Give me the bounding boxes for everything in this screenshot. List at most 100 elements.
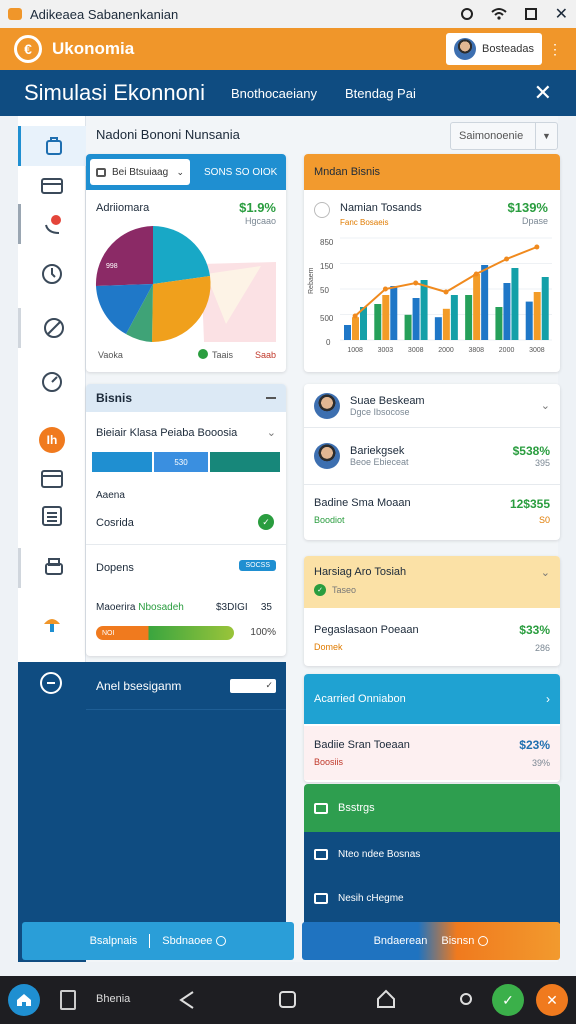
legend-mid: Taais [212,350,234,360]
progress-count: 35 [260,602,272,613]
maximize-icon[interactable] [524,8,537,20]
bisnis-card-header: Bisnis [86,384,286,412]
chevron-down-icon: ⌄ [176,166,184,177]
chart-card-value: $139% [507,200,548,215]
filter-dropdown-value: Bei Btsuiaag [112,166,169,178]
x-tick-label: 2000 [438,347,454,354]
x-tick-label: 1008 [347,347,363,354]
user-label: Bosteadas [482,43,534,55]
pie-slice-purple [95,226,153,286]
chart-small-icon [314,802,328,814]
settings-ring-icon[interactable] [40,672,62,694]
bisnis-row-title: Bieiair Klasa Peiaba Booosia [96,426,238,439]
bar [390,286,398,340]
yellow-row-title: Pegaslasaon Poeaan [314,624,419,636]
close-icon[interactable]: ✕ [534,80,552,106]
rail-list-icon[interactable] [18,496,86,536]
rail-block-icon[interactable] [18,308,86,348]
trend-point [382,286,388,292]
people-item-3[interactable]: Badine Sma Moaan Boodiot 12$355 S0 [304,484,560,536]
overview-card: Bei Btsuiaag ⌄ SONS SO OIOK Adriiomara $… [86,154,286,372]
rail-gauge-icon[interactable] [18,362,86,402]
call-icon[interactable]: ✓ [492,984,524,1016]
people-item-2[interactable]: Bariekgsek Beoe Ebieceat $538% 395 [304,432,560,480]
yellow-card-title: Harsiag Aro Tosiah [314,566,407,578]
teal-card: Acarried Onniabon › Badiie Sran Toeaan B… [304,674,560,782]
teal-row-sub: Boosiis [314,757,344,767]
rail-lamp-icon[interactable] [18,604,86,644]
user-chip[interactable]: Bosteadas [446,33,542,65]
chevron-right-icon: › [546,692,550,706]
home-icon[interactable] [8,984,40,1016]
y-axis-label: Rebaem [308,267,315,294]
legend-right: Saab [254,350,276,360]
more-icon[interactable]: ⋮ [548,41,562,58]
blue-card-item-1-label: Nteo ndee Bosnas [338,848,421,860]
home-square-icon[interactable] [279,991,296,1008]
tools-icon[interactable]: ✕ [536,984,568,1016]
bottom-right-b[interactable]: Bisnsn [441,935,474,947]
dark-panel-input[interactable]: ✓ [230,678,276,693]
tab-1[interactable]: Bnothocaeiany [231,86,317,101]
collapse-icon[interactable] [266,397,276,399]
clipboard-icon[interactable] [60,990,76,1010]
people-item-1[interactable]: Suae Beskeam Dgce Ibsocose ⌄ [304,384,560,428]
rail-bag-icon[interactable] [18,126,86,166]
chevron-down-icon: ⌄ [266,427,276,439]
segment-mid: 530 [154,452,208,472]
trend-point [413,280,419,286]
people-item-3-small: S0 [538,514,550,525]
status-badge: SOCSS [239,560,276,571]
close-window-icon[interactable]: ✕ [555,4,568,24]
yellow-card-header[interactable]: Harsiag Aro Tosiah ✓ Taseo ⌄ [304,556,560,608]
chart-card-header: Mndan Bisnis [304,154,560,190]
blue-card-item-1[interactable]: Nteo ndee Bosnas [304,832,560,876]
people-item-3-title: Badine Sma Moaan [314,496,411,509]
rail-coin-icon[interactable]: Ih [18,420,86,460]
back-icon[interactable] [178,990,196,1010]
rail-calendar-icon[interactable] [18,458,86,498]
bisnis-title: Bisnis [96,391,133,405]
tab-2[interactable]: Btendag Pai [345,86,416,101]
blue-card-item-2[interactable]: Nesih cHegme [304,876,560,920]
bottom-bar-left: Bsalpnais Sbdnaoee [22,922,294,960]
bottom-left-b[interactable]: Sbdnaoee [162,935,212,947]
teal-card-row[interactable]: Badiie Sran Toeaan Boosiis $23% 39% [304,726,560,780]
blue-card-item-2-label: Nesih cHegme [338,892,404,904]
segmented-bar: 530 [92,452,280,472]
teal-card-header[interactable]: Acarried Onniabon › [304,674,560,724]
brand-name: Ukonomia [52,39,135,58]
left-rail-footer [18,662,86,962]
key-icon[interactable] [460,993,472,1005]
progress-label-sub: Nbosadeh [138,602,184,613]
chevron-down-icon: ⌄ [540,400,550,412]
lock-icon [96,167,106,177]
bottom-left-a[interactable]: Bsalpnais [90,935,138,947]
divider [86,544,286,545]
rail-card-icon[interactable] [18,166,86,206]
house-icon[interactable] [376,989,396,1009]
legend-left: Vaoka [98,350,123,360]
sort-select[interactable]: Saimonoenie ▼ [450,122,558,150]
yellow-card-row[interactable]: Pegaslasaon Poeaan Domek $33% 286 [304,614,560,662]
segment-blue [92,452,152,472]
page-title: Simulasi Ekonnoni [24,80,205,105]
bisnis-row[interactable]: Bieiair Klasa Peiaba Booosia ⌄ [96,426,276,440]
app-small-icon [8,8,22,20]
x-tick-label: 2000 [499,347,515,354]
bar [404,314,412,340]
green-card[interactable]: Bsstrgs [304,784,560,832]
overview-tab[interactable]: SONS SO OIOK [204,167,277,178]
filter-dropdown[interactable]: Bei Btsuiaag ⌄ [90,159,190,185]
people-item-2-small: 395 [534,458,550,468]
yellow-card: Harsiag Aro Tosiah ✓ Taseo ⌄ Pegaslasaon… [304,556,560,666]
rail-person-icon[interactable] [18,204,86,244]
rail-timer-icon[interactable] [18,254,86,294]
rail-printer-icon[interactable] [18,548,86,588]
avatar [314,443,340,469]
pie-chart: 998 [95,226,276,343]
left-rail: Ih [18,116,86,662]
bottom-right-a[interactable]: Bndaerean [374,935,428,947]
bar-chart: 1008 3003 3008 2000 3808 2000 3008 [340,237,552,354]
progress-inner: NOI [102,629,115,637]
